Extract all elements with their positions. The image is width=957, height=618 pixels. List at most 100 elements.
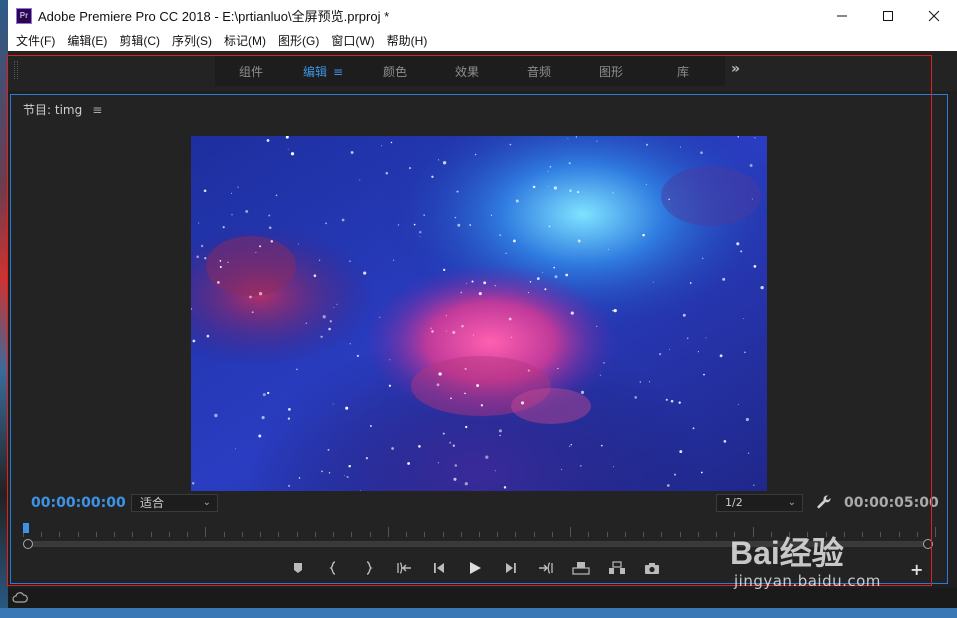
tab-color[interactable]: 颜色 <box>359 63 431 80</box>
ruler-tick <box>77 532 79 537</box>
taskbar-strip <box>0 608 957 618</box>
menu-clip[interactable]: 剪辑(C) <box>113 31 166 51</box>
ruler-tick <box>351 532 353 537</box>
ruler-tick <box>843 532 845 537</box>
ruler-tick <box>59 532 61 537</box>
step-back-button[interactable] <box>429 557 450 579</box>
minimize-button[interactable] <box>819 0 865 31</box>
playback-resolution-select[interactable]: 1/2 ⌄ <box>716 494 803 512</box>
ruler-tick <box>825 532 827 537</box>
ruler-tick <box>643 532 645 537</box>
ruler-tick <box>205 527 207 537</box>
playhead[interactable] <box>23 523 29 533</box>
mark-in-button[interactable] <box>322 557 343 579</box>
creative-cloud-icon[interactable] <box>12 591 28 605</box>
screen: Pr Adobe Premiere Pro CC 2018 - E:\prtia… <box>0 0 957 618</box>
zoom-level-value: 适合 <box>140 496 165 510</box>
tab-libraries[interactable]: 库 <box>647 63 719 80</box>
ruler-tick <box>278 532 280 537</box>
close-button[interactable] <box>911 0 957 31</box>
go-to-out-button[interactable] <box>535 557 556 579</box>
ruler-tick <box>479 532 480 537</box>
galaxy-image <box>191 136 767 491</box>
ruler-tick <box>442 532 444 537</box>
camera-icon <box>645 562 660 574</box>
step-forward-icon <box>506 563 517 573</box>
go-to-in-button[interactable] <box>393 557 414 579</box>
scroll-bar-start-handle[interactable] <box>23 539 33 549</box>
panel-title: 节目: timg <box>23 103 83 117</box>
menu-markers[interactable]: 标记(M) <box>218 31 272 51</box>
ruler-tick <box>95 532 97 537</box>
program-monitor: 节目: timg ≡ 00:00:00:00 适合 ⌄ 1/2 ⌄ 00:00:… <box>10 94 948 584</box>
ruler-tick <box>114 532 116 537</box>
ruler-tick <box>770 532 772 537</box>
wrench-icon[interactable] <box>816 494 832 510</box>
export-frame-button[interactable] <box>642 557 663 579</box>
add-marker-icon <box>293 563 302 573</box>
menu-graphics[interactable]: 图形(G) <box>272 31 325 51</box>
ruler-tick <box>132 532 134 537</box>
premiere-app-icon: Pr <box>16 7 32 24</box>
tab-editing[interactable]: 编辑 ≡ <box>287 63 359 80</box>
ruler-tick <box>168 532 170 537</box>
grip-handle[interactable] <box>14 61 18 79</box>
menu-sequence[interactable]: 序列(S) <box>166 31 218 51</box>
ruler-tick <box>916 532 918 537</box>
extract-icon <box>608 561 625 574</box>
ruler-tick <box>898 532 900 537</box>
current-timecode[interactable]: 00:00:00:00 <box>31 495 126 511</box>
ruler-tick <box>533 532 535 537</box>
menu-help[interactable]: 帮助(H) <box>381 31 434 51</box>
play-button[interactable] <box>464 557 485 579</box>
ruler-tick <box>314 532 316 537</box>
panel-menu-icon[interactable]: ≡ <box>92 103 102 117</box>
menu-file[interactable]: 文件(F) <box>8 31 61 51</box>
ruler-tick <box>406 532 408 537</box>
step-forward-button[interactable] <box>500 557 521 579</box>
maximize-button[interactable] <box>865 0 911 31</box>
ruler-tick <box>387 527 389 537</box>
menu-bar: 文件(F) 编辑(E) 剪辑(C) 序列(S) 标记(M) 图形(G) 窗口(W… <box>8 31 957 51</box>
lift-icon <box>572 562 590 575</box>
go-to-out-icon <box>538 562 553 574</box>
tab-effects[interactable]: 效果 <box>431 63 503 80</box>
tab-audio[interactable]: 音频 <box>503 63 575 80</box>
zoom-scroll-bar[interactable] <box>25 541 931 547</box>
time-ruler[interactable] <box>23 525 936 539</box>
transport-controls <box>287 557 677 579</box>
ruler-tick <box>551 532 553 537</box>
ruler-tick <box>752 527 754 537</box>
playback-resolution-value: 1/2 <box>725 496 743 509</box>
zoom-level-select[interactable]: 适合 ⌄ <box>131 494 218 512</box>
tab-assembly[interactable]: 组件 <box>215 63 287 80</box>
minimize-icon <box>837 15 847 16</box>
ruler-tick <box>862 532 864 537</box>
play-icon <box>469 562 481 574</box>
window-title: Adobe Premiere Pro CC 2018 - E:\prtianlu… <box>38 9 390 24</box>
ruler-tick <box>260 532 262 537</box>
button-editor-button[interactable]: + <box>910 560 923 579</box>
menu-window[interactable]: 窗口(W) <box>325 31 380 51</box>
menu-edit[interactable]: 编辑(E) <box>61 31 113 51</box>
go-to-in-icon <box>397 562 412 574</box>
ruler-tick <box>515 532 517 537</box>
chevron-down-icon: ⌄ <box>787 497 796 508</box>
more-workspaces-button[interactable]: » <box>731 61 740 77</box>
ruler-tick <box>241 532 243 537</box>
status-bar <box>8 588 957 608</box>
ruler-tick <box>935 527 936 537</box>
mark-out-button[interactable] <box>358 557 379 579</box>
scroll-bar-end-handle[interactable] <box>923 539 933 549</box>
ruler-tick <box>716 532 718 537</box>
lift-button[interactable] <box>571 557 592 579</box>
tab-graphics[interactable]: 图形 <box>575 63 647 80</box>
ruler-tick <box>697 532 699 537</box>
ruler-tick <box>679 532 681 537</box>
add-marker-button[interactable] <box>287 557 308 579</box>
ruler-tick <box>734 532 736 537</box>
workspace-menu-icon[interactable]: ≡ <box>333 65 343 79</box>
title-bar: Pr Adobe Premiere Pro CC 2018 - E:\prtia… <box>8 0 957 31</box>
extract-button[interactable] <box>606 557 627 579</box>
ruler-tick <box>369 532 371 537</box>
